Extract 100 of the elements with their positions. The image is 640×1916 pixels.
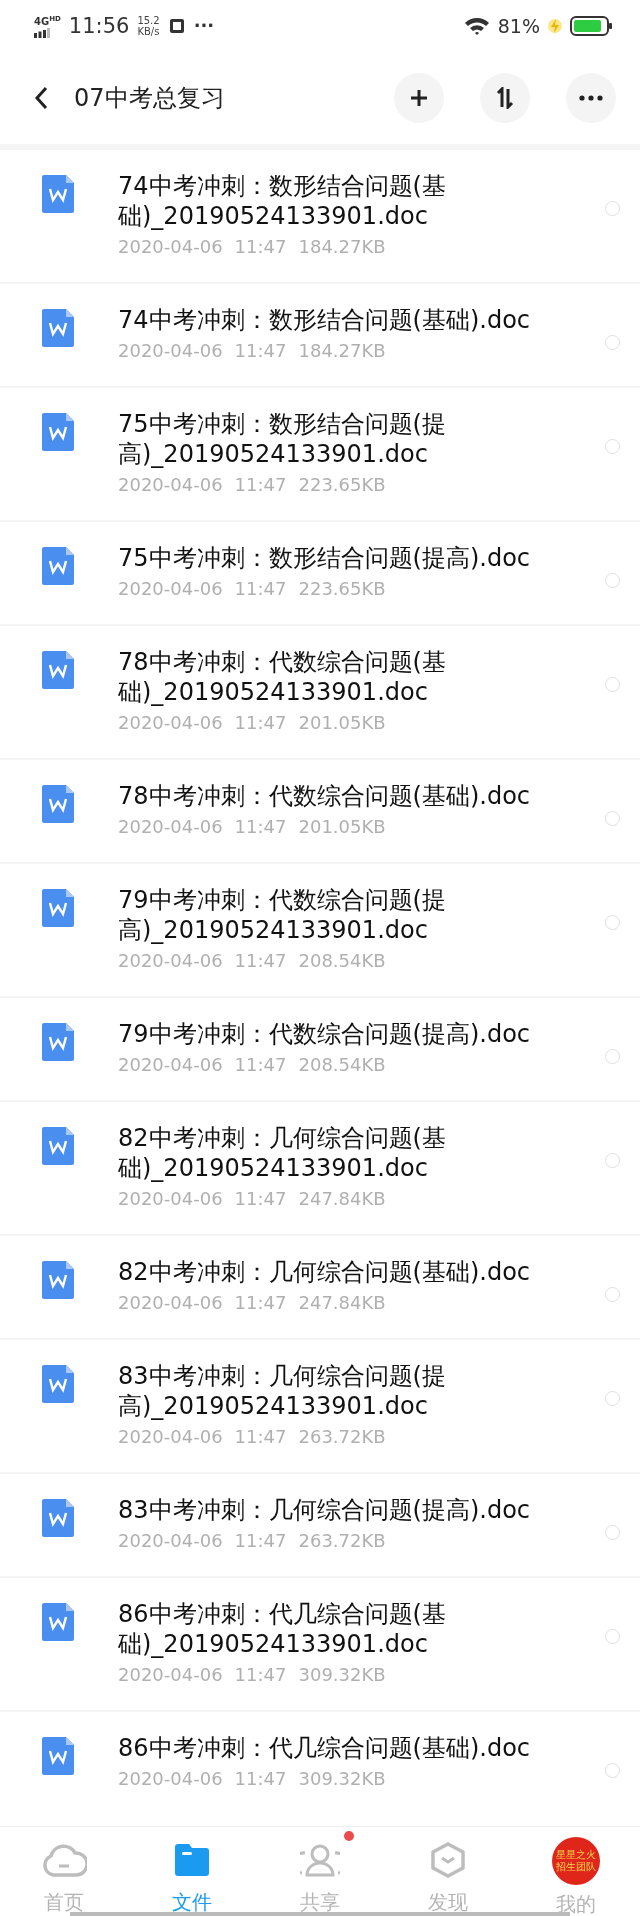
file-date: 2020-04-06: [118, 474, 223, 496]
file-row[interactable]: 83中考冲刺：几何综合问题(提高)_20190524133901.doc 2020-04-06 11:47 263.72KB: [0, 1340, 640, 1472]
file-time: 11:47: [234, 578, 287, 600]
cloud-icon: [41, 1843, 87, 1877]
file-name: 79中考冲刺：代数综合问题(提高)_20190524133901.doc: [118, 885, 447, 945]
file-time: 11:47: [234, 816, 287, 838]
word-document-icon: [42, 309, 74, 347]
file-row[interactable]: 79中考冲刺：代数综合问题(提高)_20190524133901.doc 2020-04-06 11:47 208.54KB: [0, 864, 640, 996]
back-icon: [34, 86, 48, 110]
screenshot-icon: [167, 17, 186, 35]
file-size: 247.84KB: [298, 1292, 386, 1314]
word-document-icon: [42, 889, 74, 927]
folder-title: 07中考总复习: [74, 83, 225, 114]
file-size: 184.27KB: [298, 236, 386, 258]
word-document-icon: [42, 175, 74, 213]
file-size: 208.54KB: [298, 1054, 386, 1076]
clock: 11:56: [68, 14, 130, 38]
file-row[interactable]: 86中考冲刺：代几综合问题(基础)_20190524133901.doc 2020-04-06 11:47 309.32KB: [0, 1578, 640, 1710]
file-size: 247.84KB: [298, 1188, 386, 1210]
file-time: 11:47: [234, 1530, 287, 1552]
file-date: 2020-04-06: [118, 950, 223, 972]
word-document-icon: [42, 413, 74, 451]
battery-icon: [570, 16, 612, 36]
file-date: 2020-04-06: [118, 1664, 223, 1686]
file-row[interactable]: 74中考冲刺：数形结合问题(基础).doc 2020-04-06 11:47 184.27KB: [0, 284, 640, 386]
file-time: 11:47: [234, 236, 287, 258]
file-name: 86中考冲刺：代几综合问题(基础).doc: [118, 1733, 531, 1763]
file-name: 74中考冲刺：数形结合问题(基础).doc: [118, 305, 531, 335]
file-name: 78中考冲刺：代数综合问题(基础)_20190524133901.doc: [118, 647, 447, 707]
file-name: 86中考冲刺：代几综合问题(基础)_20190524133901.doc: [118, 1599, 447, 1659]
plus-icon: [409, 88, 429, 108]
word-document-icon: [42, 1365, 74, 1403]
file-date: 2020-04-06: [118, 578, 223, 600]
file-size: 263.72KB: [298, 1530, 386, 1552]
file-time: 11:47: [234, 1292, 287, 1314]
word-document-icon: [42, 1127, 74, 1165]
file-date: 2020-04-06: [118, 236, 223, 258]
word-document-icon: [42, 1603, 74, 1641]
file-date: 2020-04-06: [118, 712, 223, 734]
network-label: 4G$^{HD}$: [34, 13, 61, 28]
battery-percent: 81%: [497, 15, 540, 37]
sort-button[interactable]: [480, 73, 530, 123]
folder-icon: [175, 1844, 209, 1876]
file-size: 201.05KB: [298, 712, 386, 734]
file-date: 2020-04-06: [118, 816, 223, 838]
file-row[interactable]: 74中考冲刺：数形结合问题(基础)_20190524133901.doc 2020-04-06 11:47 184.27KB: [0, 150, 640, 282]
file-name: 78中考冲刺：代数综合问题(基础).doc: [118, 781, 531, 811]
sort-icon: [495, 87, 515, 109]
file-date: 2020-04-06: [118, 1530, 223, 1552]
file-name: 75中考冲刺：数形结合问题(提高).doc: [118, 543, 531, 573]
file-date: 2020-04-06: [118, 1426, 223, 1448]
file-row[interactable]: 82中考冲刺：几何综合问题(基础).doc 2020-04-06 11:47 247.84KB: [0, 1236, 640, 1338]
file-date: 2020-04-06: [118, 340, 223, 362]
file-name: 82中考冲刺：几何综合问题(基础).doc: [118, 1257, 531, 1287]
charging-icon: [548, 17, 562, 35]
speed-value: 15.2: [137, 15, 160, 26]
file-name: 75中考冲刺：数形结合问题(提高)_20190524133901.doc: [118, 409, 447, 469]
file-name: 82中考冲刺：几何综合问题(基础)_20190524133901.doc: [118, 1123, 447, 1183]
file-name: 79中考冲刺：代数综合问题(提高).doc: [118, 1019, 531, 1049]
word-document-icon: [42, 1499, 74, 1537]
file-row[interactable]: 75中考冲刺：数形结合问题(提高).doc 2020-04-06 11:47 223.65KB: [0, 522, 640, 624]
file-date: 2020-04-06: [118, 1768, 223, 1790]
file-time: 11:47: [234, 1188, 287, 1210]
file-size: 223.65KB: [298, 578, 386, 600]
speed-unit: KB/s: [137, 26, 160, 37]
file-date: 2020-04-06: [118, 1292, 223, 1314]
file-time: 11:47: [234, 712, 287, 734]
word-document-icon: [42, 1261, 74, 1299]
file-row[interactable]: 82中考冲刺：几何综合问题(基础)_20190524133901.doc 2020-04-06 11:47 247.84KB: [0, 1102, 640, 1234]
file-row[interactable]: 78中考冲刺：代数综合问题(基础)_20190524133901.doc 2020-04-06 11:47 201.05KB: [0, 626, 640, 758]
file-size: 201.05KB: [298, 816, 386, 838]
file-time: 11:47: [234, 950, 287, 972]
word-document-icon: [42, 651, 74, 689]
file-size: 223.65KB: [298, 474, 386, 496]
file-size: 309.32KB: [298, 1664, 386, 1686]
file-time: 11:47: [234, 1768, 287, 1790]
file-size: 208.54KB: [298, 950, 386, 972]
more-icon: [579, 95, 603, 101]
file-row[interactable]: 78中考冲刺：代数综合问题(基础).doc 2020-04-06 11:47 201.05KB: [0, 760, 640, 862]
file-row[interactable]: 75中考冲刺：数形结合问题(提高)_20190524133901.doc 2020-04-06 11:47 223.65KB: [0, 388, 640, 520]
file-name: 74中考冲刺：数形结合问题(基础)_20190524133901.doc: [118, 171, 447, 231]
file-time: 11:47: [234, 1426, 287, 1448]
file-row[interactable]: 86中考冲刺：代几综合问题(基础).doc 2020-04-06 11:47 309.32KB: [0, 1712, 640, 1814]
file-name: 83中考冲刺：几何综合问题(提高).doc: [118, 1495, 531, 1525]
add-button[interactable]: [394, 73, 444, 123]
word-document-icon: [42, 547, 74, 585]
file-date: 2020-04-06: [118, 1054, 223, 1076]
file-date: 2020-04-06: [118, 1188, 223, 1210]
file-time: 11:47: [234, 474, 287, 496]
file-row[interactable]: 83中考冲刺：几何综合问题(提高).doc 2020-04-06 11:47 263.72KB: [0, 1474, 640, 1576]
more-button[interactable]: [566, 73, 616, 123]
people-icon: [300, 1843, 340, 1877]
file-size: 263.72KB: [298, 1426, 386, 1448]
word-document-icon: [42, 1023, 74, 1061]
file-row[interactable]: 79中考冲刺：代数综合问题(提高).doc 2020-04-06 11:47 208.54KB: [0, 998, 640, 1100]
hexagon-icon: [431, 1842, 465, 1878]
avatar-text: 星星之火: [556, 1849, 596, 1861]
word-document-icon: [42, 1737, 74, 1775]
file-size: 309.32KB: [298, 1768, 386, 1790]
more-indicator: ···: [193, 15, 215, 37]
